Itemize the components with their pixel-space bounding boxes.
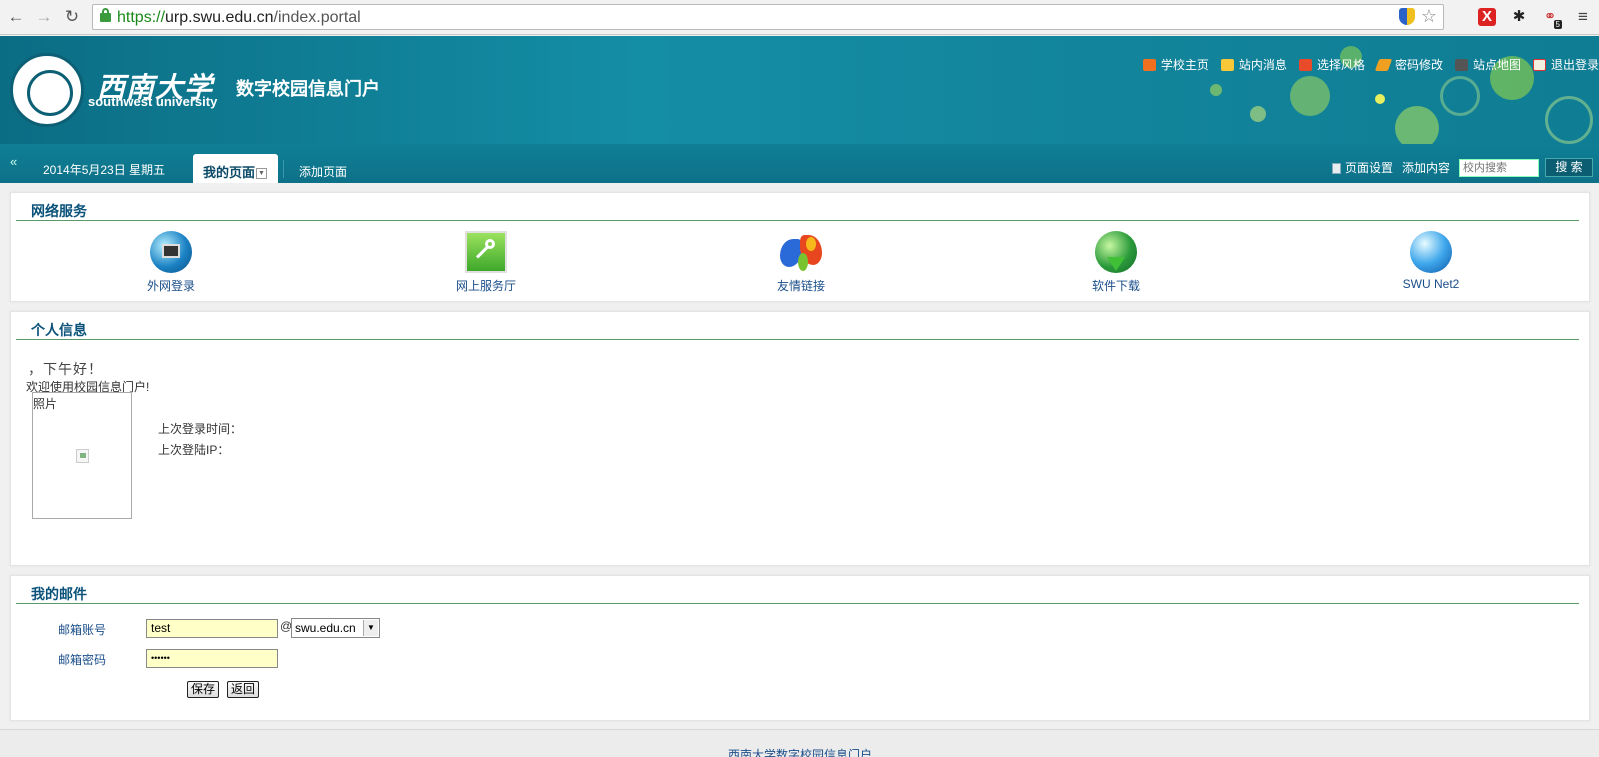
broken-image-icon xyxy=(76,449,89,463)
service-online-hall[interactable]: 网上服务厅 xyxy=(426,231,546,294)
decor-bubble xyxy=(1375,94,1385,104)
extension-x-icon[interactable]: X xyxy=(1478,8,1496,26)
collapse-icon[interactable]: « xyxy=(10,154,17,169)
logout-link[interactable]: 退出登录 xyxy=(1532,56,1599,73)
pencil-icon xyxy=(1374,58,1393,71)
key-icon xyxy=(465,231,507,273)
bookmark-star-icon[interactable]: ☆ xyxy=(1421,6,1437,27)
save-button[interactable]: 保存 xyxy=(187,681,220,698)
last-login-time-label: 上次登录时间： xyxy=(158,422,243,436)
panel-title: 网络服务 xyxy=(31,203,87,219)
envelope-icon xyxy=(1220,58,1234,71)
my-mail-panel: 我的邮件 邮箱账号 test @ swu.edu.cn ▼ 邮箱密码 ••••••… xyxy=(10,575,1590,721)
search-button[interactable]: 搜 索 xyxy=(1545,158,1593,177)
network-services-panel: 网络服务 外网登录 网上服务厅 友情链接 软件下载 SWU Net2 xyxy=(10,192,1590,302)
mail-account-input[interactable]: test xyxy=(146,619,278,638)
lock-icon xyxy=(100,8,111,22)
service-swu-net2[interactable]: SWU Net2 xyxy=(1371,231,1491,291)
download-globe-icon xyxy=(1095,231,1137,273)
page-settings-link[interactable]: 页面设置 xyxy=(1331,159,1393,176)
decor-bubble xyxy=(1545,96,1593,144)
top-links: 学校主页 站内消息 选择风格 密码修改 站点地图 退出登录 xyxy=(1131,56,1599,73)
change-password-link[interactable]: 密码修改 xyxy=(1374,56,1443,73)
current-date: 2014年5月23日 星期五 xyxy=(43,163,166,177)
divider xyxy=(16,220,1579,221)
logo-english: southwest university xyxy=(88,94,218,109)
mail-account-label: 邮箱账号 xyxy=(58,623,107,637)
chevron-down-icon: ▼ xyxy=(363,620,378,636)
decor-bubble xyxy=(1440,76,1480,116)
decor-bubble xyxy=(1290,76,1330,116)
decor-bubble xyxy=(1210,84,1222,96)
chevron-down-icon[interactable]: ▼ xyxy=(256,168,268,180)
back-icon[interactable]: ← xyxy=(5,6,27,28)
shield-icon[interactable] xyxy=(1399,8,1415,25)
globe-icon xyxy=(1410,231,1452,273)
spider-icon[interactable]: ✱ xyxy=(1510,8,1528,26)
user-photo: 照片 xyxy=(32,392,132,519)
campus-search-input[interactable] xyxy=(1459,158,1539,177)
extension-badge: 5 xyxy=(1553,20,1562,29)
url-text: https://urp.swu.edu.cn/index.portal xyxy=(117,9,361,26)
site-map-link[interactable]: 站点地图 xyxy=(1454,56,1521,73)
tab-bar: « 2014年5月23日 星期五 我的页面▼ 添加页面 页面设置 添加内容 搜 … xyxy=(0,144,1599,183)
photo-label: 照片 xyxy=(33,397,58,411)
menu-icon[interactable]: ≡ xyxy=(1574,8,1592,26)
butterfly-icon xyxy=(780,231,822,273)
globe-network-icon xyxy=(150,231,192,273)
portal-header: 西南大学 southwest university 数字校园信息门户 学校主页 … xyxy=(0,36,1599,144)
add-content-link[interactable]: 添加内容 xyxy=(1402,159,1450,176)
decor-bubble xyxy=(1250,106,1266,122)
extension-link-icon[interactable]: ⚭ 5 xyxy=(1541,8,1562,29)
tab-divider xyxy=(283,160,284,178)
service-friendly-links[interactable]: 友情链接 xyxy=(741,231,861,294)
school-home-link[interactable]: 学校主页 xyxy=(1142,56,1209,73)
university-seal-logo[interactable] xyxy=(10,53,84,127)
close-icon xyxy=(1532,58,1546,71)
tab-my-page[interactable]: 我的页面 ▼ xyxy=(193,154,278,183)
address-bar[interactable]: https://urp.swu.edu.cn/index.portal ☆ xyxy=(92,4,1444,30)
reload-icon[interactable]: ↻ xyxy=(61,6,83,28)
page-footer: 西南大学数字校园信息门户 xyxy=(0,729,1599,757)
divider xyxy=(16,603,1579,604)
panel-title: 我的邮件 xyxy=(31,586,87,602)
mail-password-input[interactable]: •••••• xyxy=(146,649,278,668)
back-button[interactable]: 返回 xyxy=(227,681,260,698)
forward-icon[interactable]: → xyxy=(33,6,55,28)
mail-password-label: 邮箱密码 xyxy=(58,653,107,667)
mail-domain-select[interactable]: swu.edu.cn ▼ xyxy=(291,618,380,638)
messages-link[interactable]: 站内消息 xyxy=(1220,56,1287,73)
last-login-ip-label: 上次登陆IP： xyxy=(158,443,230,457)
select-style-link[interactable]: 选择风格 xyxy=(1298,56,1365,73)
home-icon xyxy=(1142,58,1156,71)
sitemap-icon xyxy=(1454,58,1468,71)
tab-add-page[interactable]: 添加页面 xyxy=(299,163,347,180)
portal-title: 数字校园信息门户 xyxy=(236,79,380,99)
page-icon xyxy=(1331,163,1341,175)
greeting-text: ，下午好！ xyxy=(28,361,103,377)
style-icon xyxy=(1298,58,1312,71)
panel-title: 个人信息 xyxy=(31,322,87,338)
divider xyxy=(16,339,1579,340)
decor-bubble xyxy=(1395,106,1439,144)
service-software-download[interactable]: 软件下载 xyxy=(1056,231,1176,294)
service-external-login[interactable]: 外网登录 xyxy=(111,231,231,294)
tab-tools: 页面设置 添加内容 搜 索 xyxy=(1331,158,1593,177)
browser-toolbar: ← → ↻ https://urp.swu.edu.cn/index.porta… xyxy=(0,0,1599,35)
footer-text[interactable]: 西南大学数字校园信息门户 xyxy=(728,746,872,757)
personal-info-panel: 个人信息 ，下午好！ 欢迎使用校园信息门户! 照片 上次登录时间： 上次登陆IP… xyxy=(10,311,1590,566)
